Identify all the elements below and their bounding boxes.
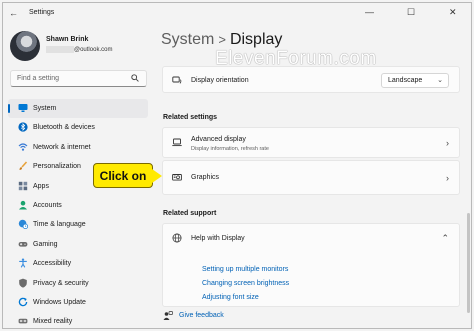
sidebar-item-gaming[interactable]: Gaming <box>8 235 148 254</box>
breadcrumb-parent[interactable]: System <box>161 31 214 48</box>
sidebar-item-label: Bluetooth & devices <box>33 124 95 132</box>
graphics-title: Graphics <box>191 174 220 181</box>
update-icon <box>17 297 28 308</box>
user-name: Shawn Brink <box>46 36 89 43</box>
sidebar-item-label: Accounts <box>33 201 62 209</box>
avatar[interactable] <box>10 31 40 61</box>
accessibility-icon <box>17 258 28 269</box>
sidebar-item-privacy[interactable]: Privacy & security <box>8 274 148 293</box>
close-button[interactable]: ✕ <box>449 7 457 18</box>
shield-icon <box>17 278 28 289</box>
monitor-icon <box>17 103 28 114</box>
sidebar-item-label: Windows Update <box>33 298 86 306</box>
sidebar-item-label: System <box>33 105 57 112</box>
sidebar-item-label: Accessibility <box>33 260 72 268</box>
active-indicator <box>8 104 10 113</box>
support-link-brightness[interactable]: Changing screen brightness <box>202 280 289 287</box>
bluetooth-icon <box>17 122 28 133</box>
sidebar-item-label: Personalization <box>33 163 81 171</box>
gamepad-icon <box>17 239 28 250</box>
help-with-display-title[interactable]: Help with Display <box>191 235 245 242</box>
chevron-right-icon: › <box>446 138 449 148</box>
help-with-display-panel: Help with Display ⌃ Setting up multiple … <box>162 223 460 307</box>
sidebar-item-network[interactable]: Network & internet <box>8 138 148 157</box>
breadcrumb-separator: > <box>218 32 226 47</box>
give-feedback-label[interactable]: Give feedback <box>179 312 224 319</box>
support-link-font-size[interactable]: Adjusting font size <box>202 294 259 301</box>
search-box[interactable]: Find a setting <box>10 70 147 87</box>
orientation-label: Display orientation <box>191 77 249 84</box>
sidebar-item-label: Mixed reality <box>33 318 73 326</box>
search-input[interactable]: Find a setting <box>17 75 59 82</box>
apps-icon <box>17 181 28 192</box>
chevron-down-icon: ⌄ <box>437 77 443 84</box>
person-icon <box>17 200 28 211</box>
related-settings-heading: Related settings <box>163 114 218 121</box>
laptop-icon <box>172 138 182 149</box>
title-bar: ← Settings — ☐ ✕ <box>3 3 471 23</box>
sidebar-item-mixed-reality[interactable]: Mixed reality <box>8 312 148 328</box>
related-support-heading: Related support <box>163 210 217 217</box>
orientation-value: Landscape <box>388 77 423 84</box>
sidebar-item-time-language[interactable]: Time & language <box>8 215 148 234</box>
sidebar-item-windows-update[interactable]: Windows Update <box>8 293 148 312</box>
callout-arrow <box>152 169 162 183</box>
search-icon[interactable] <box>131 74 139 84</box>
orientation-dropdown[interactable]: Landscape ⌄ <box>381 73 449 88</box>
display-orientation-row: Display orientation Landscape ⌄ <box>162 66 460 93</box>
scrollbar[interactable] <box>467 213 470 313</box>
user-email: @outlook.com <box>46 46 112 53</box>
paintbrush-icon <box>17 161 28 172</box>
globe-icon <box>172 233 182 245</box>
chevron-right-icon: › <box>446 173 449 183</box>
settings-window: ← Settings — ☐ ✕ Shawn Brink @outlook.co… <box>2 2 472 329</box>
sidebar-item-accessibility[interactable]: Accessibility <box>8 254 148 273</box>
advanced-display-title: Advanced display <box>191 136 246 143</box>
sidebar-item-bluetooth[interactable]: Bluetooth & devices <box>8 118 148 137</box>
user-email-domain: @outlook.com <box>74 47 113 54</box>
sidebar-nav: System Bluetooth & devices Network & int… <box>8 99 148 328</box>
chevron-up-icon[interactable]: ⌃ <box>441 233 449 244</box>
email-redaction <box>46 46 74 53</box>
minimize-button[interactable]: — <box>365 7 374 17</box>
sidebar-item-accounts[interactable]: Accounts <box>8 196 148 215</box>
breadcrumb: System > Display <box>161 31 282 49</box>
maximize-button[interactable]: ☐ <box>407 7 415 18</box>
feedback-icon <box>163 311 173 323</box>
graphics-row[interactable]: Graphics › <box>162 160 460 195</box>
sidebar-item-label: Time & language <box>33 221 86 229</box>
app-title: Settings <box>29 9 55 16</box>
support-link-multiple-monitors[interactable]: Setting up multiple monitors <box>202 266 288 273</box>
back-arrow-icon[interactable]: ← <box>9 8 18 18</box>
rotate-screen-icon <box>172 75 182 87</box>
advanced-display-row[interactable]: Advanced display Display information, re… <box>162 127 460 158</box>
sidebar-item-label: Gaming <box>33 240 58 248</box>
sidebar-item-label: Apps <box>33 182 49 190</box>
globe-clock-icon <box>17 219 28 230</box>
sidebar-item-label: Privacy & security <box>33 279 89 287</box>
click-on-callout: Click on <box>93 163 153 188</box>
advanced-display-description: Display information, refresh rate <box>191 146 269 152</box>
sidebar-item-system[interactable]: System <box>8 99 148 119</box>
headset-icon <box>17 316 28 327</box>
sidebar-item-label: Network & internet <box>33 143 91 151</box>
graphics-card-icon <box>172 173 182 184</box>
callout-text: Click on <box>99 169 147 183</box>
page-title: Display <box>229 31 283 48</box>
wifi-icon <box>17 142 28 153</box>
main-content: System > Display ElevenForum.com Display o… <box>153 23 471 328</box>
